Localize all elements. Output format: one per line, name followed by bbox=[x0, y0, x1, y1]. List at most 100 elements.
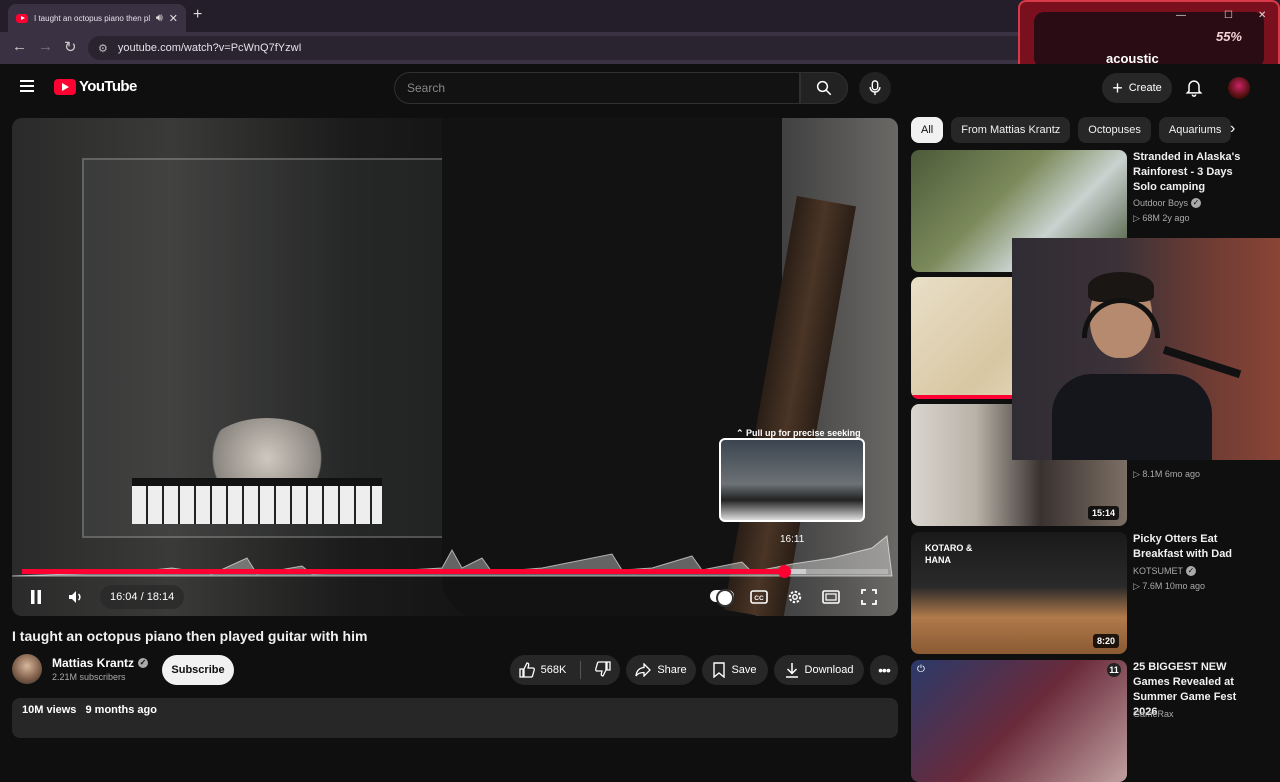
settings-button[interactable] bbox=[784, 584, 806, 610]
like-button[interactable]: 568K bbox=[518, 662, 566, 678]
search-placeholder: Search bbox=[407, 81, 446, 95]
duration-badge: 8:20 bbox=[1092, 634, 1119, 648]
streamer bbox=[1052, 272, 1212, 460]
url-field[interactable]: ⚙ youtube.com/watch?v=PcWnQ7fYzwI bbox=[88, 36, 1048, 60]
create-button[interactable]: + Create bbox=[1102, 73, 1172, 103]
account-avatar[interactable] bbox=[1228, 77, 1250, 99]
recommendation-channel[interactable]: GameRax bbox=[1133, 709, 1174, 719]
recommendation-channel-text: GameRax bbox=[1133, 709, 1174, 719]
video-piano bbox=[132, 478, 382, 524]
player-controls: 16:04 / 18:14 CC bbox=[12, 580, 898, 614]
overlay-percent: 55% bbox=[1215, 29, 1242, 44]
url-text: youtube.com/watch?v=PcWnQ7fYzwI bbox=[117, 42, 302, 54]
pause-button[interactable] bbox=[24, 584, 48, 610]
thumbs-down-icon bbox=[595, 660, 611, 677]
back-icon[interactable]: ← bbox=[12, 38, 27, 55]
progress-bar[interactable] bbox=[22, 565, 888, 578]
speaker-icon[interactable]: 🔊︎ bbox=[156, 12, 163, 25]
close-window-icon[interactable]: ✕ bbox=[1258, 10, 1266, 21]
fullscreen-button[interactable] bbox=[858, 584, 880, 610]
download-button[interactable]: Download bbox=[774, 655, 864, 685]
more-actions-button[interactable]: ••• bbox=[870, 655, 898, 685]
recommendation-item[interactable]: KOTARO & HANA 8:20 Picky Otters Eat Brea… bbox=[911, 532, 1271, 654]
verified-icon: ✓ bbox=[1186, 566, 1197, 576]
browser-tab[interactable]: I taught an octopus piano then playe 🔊︎ … bbox=[8, 4, 186, 32]
save-label: Save bbox=[731, 664, 757, 676]
video-player[interactable]: ⌃ Pull up for precise seeking 16:11 16:0… bbox=[12, 118, 898, 616]
description-box[interactable]: 10M views 9 months ago bbox=[12, 698, 898, 738]
verified-icon: ✓ bbox=[138, 658, 149, 668]
save-button[interactable]: Save bbox=[702, 655, 768, 685]
recommendation-channel[interactable]: Outdoor Boys ✓ bbox=[1133, 198, 1202, 208]
bookmark-icon bbox=[713, 662, 726, 678]
microphone-icon bbox=[869, 80, 881, 96]
volume-icon bbox=[69, 591, 81, 603]
progress-scrubber[interactable] bbox=[778, 565, 792, 578]
recommendation-meta: ▷ 8.1M 6mo ago bbox=[1133, 469, 1200, 479]
fullscreen-icon bbox=[861, 589, 877, 605]
recommendation-meta: ▷ 7.6M 10mo ago bbox=[1133, 581, 1205, 591]
channel-name[interactable]: Mattias Krantz ✓ bbox=[52, 656, 149, 670]
verified-icon: ✓ bbox=[1191, 198, 1202, 208]
duration-badge: 15:14 bbox=[1087, 506, 1119, 520]
close-tab-icon[interactable]: ✕ bbox=[169, 12, 178, 25]
progress-played bbox=[22, 569, 785, 574]
maximize-icon[interactable]: ☐ bbox=[1224, 10, 1233, 21]
thumbs-up-icon bbox=[518, 662, 535, 678]
recommendation-title[interactable]: Stranded in Alaska's Rainforest - 3 Days… bbox=[1133, 150, 1257, 195]
playstation-icon: ⏻ bbox=[917, 664, 925, 675]
subscriber-count: 2.21M subscribers bbox=[52, 672, 126, 682]
plus-icon: + bbox=[1112, 78, 1123, 98]
theater-mode-button[interactable] bbox=[820, 584, 842, 610]
like-dislike-group: 568K bbox=[510, 655, 620, 685]
youtube-play-logo-icon bbox=[54, 78, 76, 95]
forward-icon[interactable]: → bbox=[38, 38, 53, 55]
recommendation-thumbnail[interactable]: KOTARO & HANA 8:20 bbox=[911, 532, 1127, 654]
recommendation-item[interactable]: ⏻ 11 25 BIGGEST NEW Games Revealed at Su… bbox=[911, 660, 1271, 782]
subscribe-button[interactable]: Subscribe bbox=[162, 655, 234, 685]
download-label: Download bbox=[804, 664, 854, 676]
autoplay-toggle[interactable] bbox=[710, 589, 734, 607]
chevron-right-icon[interactable]: › bbox=[1230, 120, 1235, 138]
upload-age: 9 months ago bbox=[85, 704, 157, 716]
mute-button[interactable] bbox=[64, 584, 88, 610]
streamer-shirt bbox=[1052, 374, 1212, 460]
share-button[interactable]: Share bbox=[626, 655, 696, 685]
channel-name-text: Mattias Krantz bbox=[52, 656, 135, 670]
notifications-bell-icon[interactable] bbox=[1184, 77, 1204, 97]
video-title: I taught an octopus piano then played gu… bbox=[12, 628, 368, 644]
search-button[interactable] bbox=[800, 72, 848, 104]
new-tab-icon[interactable]: + bbox=[193, 6, 202, 24]
chip-aquariums[interactable]: Aquariums bbox=[1158, 117, 1232, 143]
chip-octopuses[interactable]: Octopuses bbox=[1078, 117, 1151, 143]
dislike-button[interactable] bbox=[595, 660, 611, 680]
recommendation-channel[interactable]: KOTSUMET ✓ bbox=[1133, 566, 1197, 576]
channel-avatar[interactable] bbox=[12, 654, 42, 684]
youtube-logo[interactable]: YouTube bbox=[54, 78, 137, 95]
recommendation-thumbnail[interactable]: ⏻ 11 bbox=[911, 660, 1127, 782]
voice-search-button[interactable] bbox=[859, 72, 891, 104]
captions-icon: CC bbox=[750, 590, 768, 604]
reload-icon[interactable]: ↻ bbox=[64, 38, 77, 56]
stream-overlay: — ☐ ✕ 55% acoustic bbox=[1018, 0, 1280, 72]
recommendation-channel-text: Outdoor Boys bbox=[1133, 198, 1189, 208]
seek-preview-time: 16:11 bbox=[780, 534, 805, 545]
seek-preview-thumbnail bbox=[719, 438, 865, 522]
captions-button[interactable]: CC bbox=[748, 584, 770, 610]
site-info-icon[interactable]: ⚙ bbox=[98, 42, 108, 55]
search-input[interactable]: Search bbox=[394, 72, 800, 104]
recommendation-meta: ▷ 68M 2y ago bbox=[1133, 213, 1190, 223]
share-label: Share bbox=[657, 664, 687, 676]
filter-chips: All From Mattias Krantz Octopuses Aquari… bbox=[911, 117, 1232, 143]
chip-all[interactable]: All bbox=[911, 117, 944, 143]
minimize-icon[interactable]: — bbox=[1176, 10, 1186, 21]
webcam-overlay bbox=[1012, 238, 1280, 460]
hamburger-menu-icon[interactable] bbox=[20, 80, 34, 92]
tab-title: I taught an octopus piano then playe bbox=[34, 13, 150, 23]
create-label: Create bbox=[1128, 82, 1162, 94]
download-icon bbox=[785, 663, 798, 678]
theater-icon bbox=[822, 590, 840, 604]
chip-from-channel[interactable]: From Mattias Krantz bbox=[951, 117, 1071, 143]
recommendation-title[interactable]: Picky Otters Eat Breakfast with Dad bbox=[1133, 532, 1257, 562]
time-text: 16:04 / 18:14 bbox=[110, 591, 175, 603]
